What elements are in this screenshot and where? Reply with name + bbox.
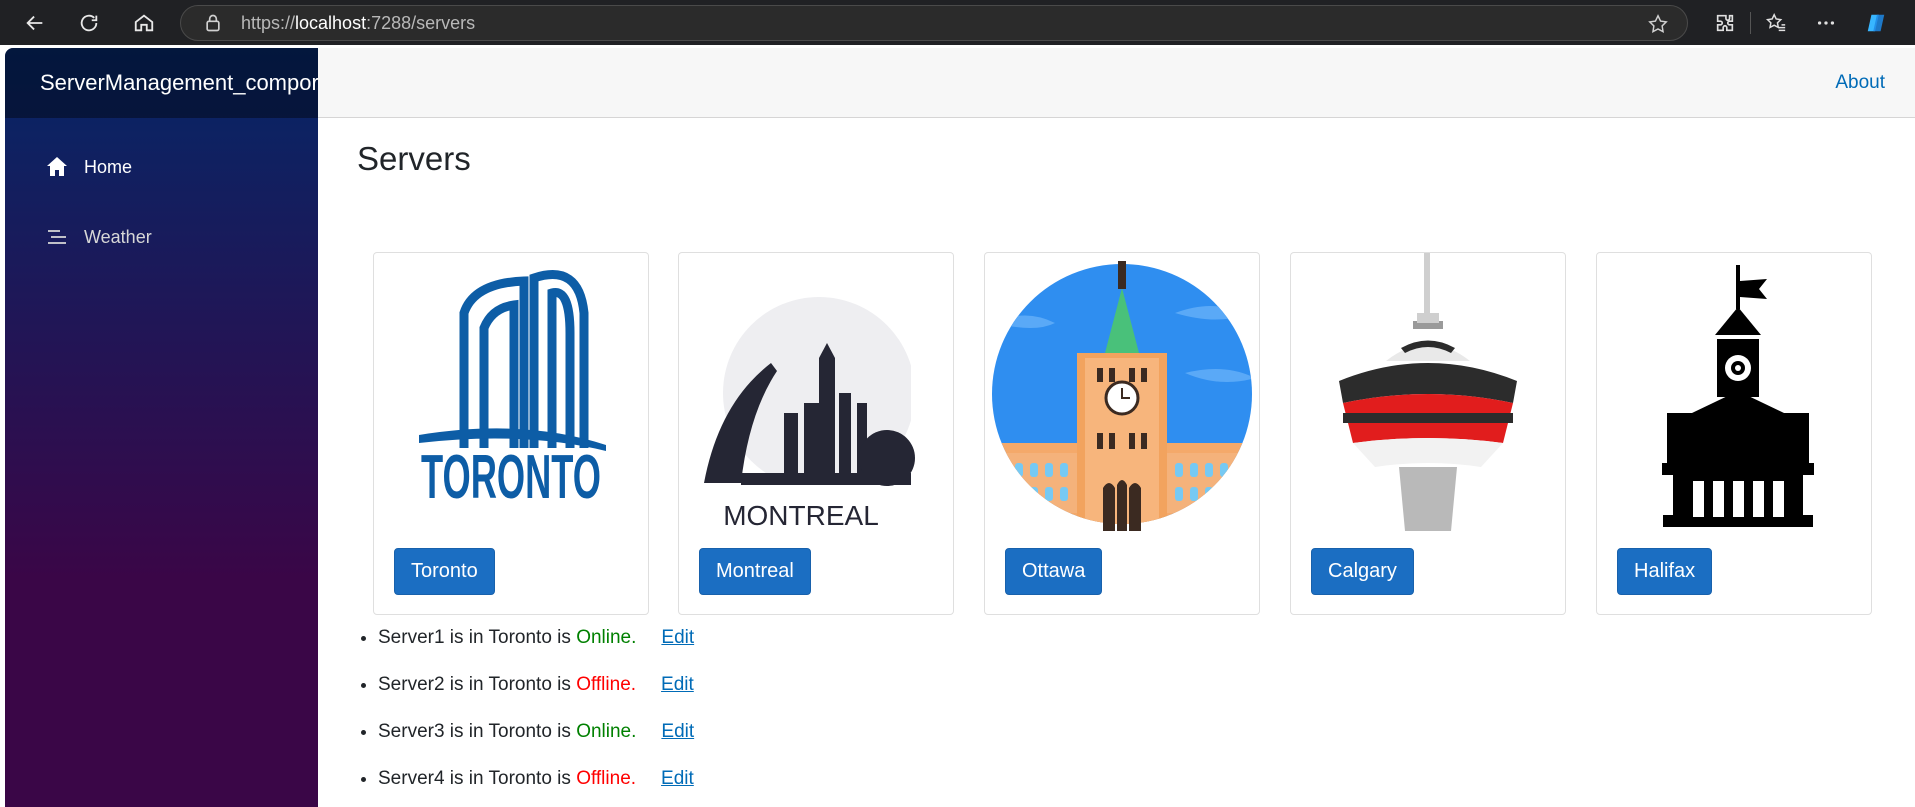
url-text: https://localhost:7288/servers	[241, 13, 475, 34]
server-list-item: Server4 is in Toronto is Offline. Edit	[378, 759, 694, 806]
server-description: Server3 is in Toronto is	[378, 721, 577, 742]
edit-server-link[interactable]: Edit	[661, 768, 694, 789]
server-status: Online.	[576, 627, 637, 648]
back-icon[interactable]	[8, 0, 62, 45]
edit-server-link[interactable]: Edit	[661, 674, 694, 695]
server-list-item: Server3 is in Toronto is Online. Edit	[378, 712, 694, 759]
city-button-toronto[interactable]: Toronto	[394, 548, 495, 595]
city-card-calgary: Calgary	[1290, 252, 1566, 615]
sidebar: ServerManagement_compor Home Weather	[5, 48, 318, 807]
server-description: Server1 is in Toronto is	[378, 627, 577, 648]
calgary-tower-image	[1291, 253, 1565, 531]
sidebar-item-home[interactable]: Home	[5, 140, 318, 194]
svg-text:TORONTO: TORONTO	[421, 443, 601, 512]
server-description: Server2 is in Toronto is	[378, 674, 577, 695]
montreal-skyline-image: MONTREAL	[679, 253, 953, 531]
montreal-image-text: MONTREAL	[723, 500, 879, 531]
url-host: localhost	[295, 12, 367, 33]
city-card-halifax: Halifax	[1596, 252, 1872, 615]
toronto-logo-image: TORONTO	[374, 253, 648, 531]
sidebar-item-label: Home	[84, 156, 133, 177]
edit-server-link[interactable]: Edit	[661, 627, 694, 648]
city-card-montreal: MONTREAL Montreal	[678, 252, 954, 615]
url-scheme: https://	[241, 12, 296, 33]
app-brand[interactable]: ServerManagement_compor	[5, 48, 318, 118]
sidebar-item-label: Weather	[84, 226, 152, 247]
about-link[interactable]: About	[1835, 72, 1885, 94]
copilot-icon[interactable]	[1851, 0, 1901, 45]
url-path: :7288/servers	[366, 12, 476, 33]
city-card-toronto: TORONTO Toronto	[373, 252, 649, 615]
favorite-star-icon[interactable]	[1647, 13, 1669, 35]
city-button-ottawa[interactable]: Ottawa	[1005, 548, 1103, 595]
refresh-icon[interactable]	[62, 0, 116, 45]
city-card-ottawa: Ottawa	[984, 252, 1260, 615]
more-options-icon[interactable]	[1801, 0, 1851, 45]
server-status: Offline.	[576, 768, 637, 789]
edit-server-link[interactable]: Edit	[661, 721, 694, 742]
list-icon	[48, 230, 66, 244]
app-brand-title: ServerManagement_compor	[40, 70, 318, 95]
server-status: Offline.	[576, 674, 637, 695]
home-icon	[47, 157, 67, 176]
browser-toolbar: https://localhost:7288/servers	[0, 0, 1915, 45]
halifax-town-clock-image	[1597, 253, 1871, 531]
page-title: Servers	[357, 140, 471, 177]
server-description: Server4 is in Toronto is	[378, 768, 577, 789]
city-button-calgary[interactable]: Calgary	[1311, 548, 1414, 595]
extensions-icon[interactable]	[1700, 0, 1750, 45]
address-bar[interactable]: https://localhost:7288/servers	[180, 5, 1688, 41]
lock-icon	[206, 14, 220, 32]
top-row: About	[318, 48, 1915, 118]
home-browser-icon[interactable]	[117, 0, 171, 45]
server-list-item: Server1 is in Toronto is Online. Edit	[378, 618, 694, 665]
server-status: Online.	[576, 721, 637, 742]
city-button-halifax[interactable]: Halifax	[1617, 548, 1713, 595]
server-list: Server1 is in Toronto is Online. Edit Ser…	[378, 618, 694, 806]
ottawa-parliament-image	[985, 253, 1259, 531]
sidebar-item-weather[interactable]: Weather	[5, 210, 318, 264]
city-button-montreal[interactable]: Montreal	[699, 548, 811, 595]
favorites-icon[interactable]	[1751, 0, 1801, 45]
server-list-item: Server2 is in Toronto is Offline. Edit	[378, 665, 694, 712]
